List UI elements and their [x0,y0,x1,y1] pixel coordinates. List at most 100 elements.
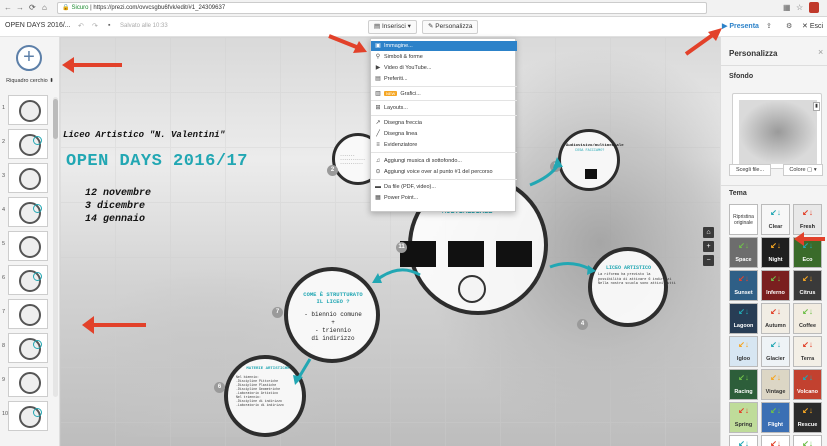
theme-swatch[interactable]: ↙↓ Igloo [729,336,758,367]
frame-type-select[interactable]: Riquadro cerchio ⬍ [4,78,56,84]
frame-materie[interactable]: MATERIE ARTISTICHE Nel biennio: -Discipli… [224,355,306,437]
thumbnail-item[interactable]: 2 [0,128,60,160]
path-badge-6[interactable]: 6 [214,382,225,393]
insert-menu-item[interactable]: ⚲ Simboli & forme [371,52,517,62]
theme-swatch[interactable]: ↙↓ Clear [761,204,790,235]
theme-swatch[interactable]: ↙↓ Racing [729,369,758,400]
audio-image[interactable] [585,169,597,179]
reload-icon[interactable]: ⟳ [29,3,36,12]
url-bar[interactable]: 🔒 Sicuro | https://prezi.com/ovvcsgbu6fvk… [57,2,707,14]
theme-swatch[interactable]: ↙↓ Terra [793,336,822,367]
theme-swatch[interactable]: ↙↓ Sunset [729,270,758,301]
theme-swatch[interactable]: ↙↓ Spring [729,402,758,433]
theme-swatch[interactable]: ↙↓ Inferno [761,270,790,301]
add-frame-button[interactable]: + [16,45,42,71]
insert-menu-item[interactable]: ⊞ Layouts... [371,103,517,113]
path-badge-2[interactable]: 2 [327,165,338,176]
video-thumb-3[interactable] [496,241,532,267]
theme-swatch[interactable]: ↙↓ [793,435,822,446]
path-badge-8[interactable]: 8 [550,161,561,172]
home-icon[interactable]: ⌂ [42,3,47,12]
insert-menu-item[interactable]: ▤ Preferiti... [371,74,517,84]
presentation-title[interactable]: OPEN DAYS 2016/17 [66,152,248,171]
thumbnail-preview[interactable] [8,163,48,193]
theme-swatch[interactable]: ↙↓ Citrus [793,270,822,301]
path-badge-7[interactable]: 7 [272,307,283,318]
theme-swatch[interactable]: ↙↓ Autumn [761,303,790,334]
theme-swatch[interactable]: ↙↓ Glacier [761,336,790,367]
theme-swatch[interactable]: ↙↓ Lagoon [729,303,758,334]
thumbnail-preview[interactable] [8,333,48,363]
trash-icon[interactable]: ▮ [813,102,820,111]
thumbnail-item[interactable]: 10 [0,400,60,432]
thumbnail-preview[interactable] [8,401,48,431]
thumbnail-preview[interactable] [8,299,48,329]
insert-menu-item[interactable]: ▶ Video di YouTube... [371,63,517,73]
thumbnail-item[interactable]: 5 [0,230,60,262]
dates-block[interactable]: 12 novembre 3 dicembre 14 gennaio [85,187,151,226]
theme-swatch[interactable]: ↙↓ [729,435,758,446]
save-icon[interactable]: ▪ [108,22,110,29]
share-icon[interactable]: ⇪ [766,22,772,30]
theme-swatch[interactable]: ↙↓ Night [761,237,790,268]
thumbnail-preview[interactable] [8,129,48,159]
thumbnail-preview[interactable] [8,231,48,261]
zoom-out-icon[interactable]: − [703,255,714,266]
scrollbar-thumb[interactable] [53,99,58,139]
thumbnail-item[interactable]: 7 [0,298,60,330]
undo-icon[interactable]: ↶ [78,22,84,30]
document-title[interactable]: OPEN DAYS 2016/... [5,22,71,29]
theme-swatch[interactable]: ↙↓ Volcano [793,369,822,400]
path-badge-11[interactable]: 11 [396,242,407,253]
theme-swatch[interactable]: ↙↓ Coffee [793,303,822,334]
thumbnail-item[interactable]: 8 [0,332,60,364]
frame-audiovisual[interactable]: Audiovisivo/multimediale COSA FACCIAMO? [558,129,624,191]
zoom-in-icon[interactable]: + [703,241,714,252]
thumbnail-item[interactable]: 3 [0,162,60,194]
insert-menu-item[interactable]: ⊙ Aggiungi voice over al punto #1 del per… [371,167,517,177]
theme-swatch[interactable]: Ripristina originale [729,204,758,235]
insert-menu-item[interactable]: ▥ NEW Grafici... [371,89,517,99]
frame-liceo-artistico[interactable]: LICEO ARTISTICO La riforma ha previsto l… [588,247,676,327]
insert-menu-item[interactable]: ▣ Immagine... [371,41,517,51]
sidebar-scrollbar[interactable] [53,97,58,397]
star-icon[interactable]: ☆ [796,3,803,12]
theme-swatch[interactable]: ↙↓ Space [729,237,758,268]
thumbnail-preview[interactable] [8,367,48,397]
inner-small-frame[interactable] [458,275,486,303]
thumbnail-item[interactable]: 4 [0,196,60,228]
back-icon[interactable]: ← [4,3,12,12]
close-panel-icon[interactable]: × [818,47,823,57]
thumbnail-item[interactable]: 9 [0,366,60,398]
insert-menu-item[interactable]: ▬ Da file (PDF, video)... [371,182,517,192]
insert-menu-item[interactable]: ▦ Power Point... [371,193,517,203]
school-name[interactable]: Liceo Artistico "N. Valentini" [63,130,225,140]
settings-gear-icon[interactable]: ⚙ [786,22,792,30]
redo-icon[interactable]: ↷ [92,22,98,30]
thumbnail-item[interactable]: 6 [0,264,60,296]
profile-icon[interactable] [809,2,819,13]
theme-swatch[interactable]: ↙↓ [761,435,790,446]
theme-swatch[interactable]: ↙↓ Rescue [793,402,822,433]
path-badge-4[interactable]: 4 [577,319,588,330]
insert-menu-item[interactable]: ≡ Evidenziatore [371,140,517,150]
frame-structure[interactable]: COME È STRUTTURATO IL LICEO ? - biennio c… [284,267,380,363]
insert-menu-item[interactable]: ╱ Disegna linea [371,129,517,139]
exit-button[interactable]: ✕ Esci [802,22,823,30]
thumbnail-item[interactable]: 1 [0,94,60,126]
insert-menu-item[interactable]: ↗ Disegna freccia [371,118,517,128]
video-thumb-2[interactable] [448,241,484,267]
present-button[interactable]: ▶ Presenta [722,22,759,30]
choose-file-button[interactable]: Scegli file... [729,164,771,176]
thumbnail-preview[interactable] [8,265,48,295]
color-select[interactable]: Colore ▢ ▾ [783,164,823,176]
thumbnail-preview[interactable] [8,95,48,125]
customize-button[interactable]: ✎ Personalizza [422,20,479,34]
forward-icon[interactable]: → [16,3,24,12]
insert-menu-item[interactable]: ♫ Aggiungi musica di sottofondo... [371,156,517,166]
theme-swatch[interactable]: ↙↓ Flight [761,402,790,433]
insert-button[interactable]: ▤ Inserisci ▾ [368,20,417,34]
theme-swatch[interactable]: ↙↓ Vintage [761,369,790,400]
extension-icon[interactable]: ▦ [783,3,791,12]
home-view-icon[interactable]: ⌂ [703,227,714,238]
